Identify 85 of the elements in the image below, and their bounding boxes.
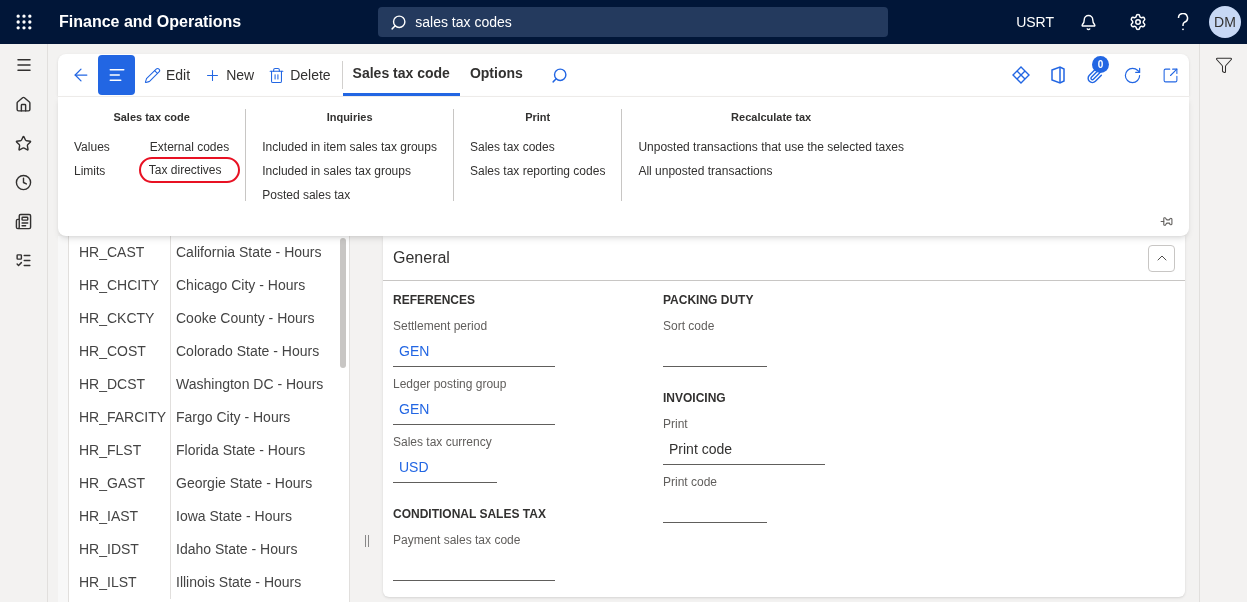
group-heading: CONDITIONAL SALES TAX xyxy=(393,506,547,523)
flyout-link[interactable]: Posted sales tax xyxy=(262,185,437,204)
input-field[interactable]: GEN xyxy=(393,395,555,425)
flyout-link[interactable]: Sales tax reporting codes xyxy=(469,161,606,180)
search-icon[interactable] xyxy=(550,66,568,84)
section-title: General xyxy=(393,248,450,268)
action-tab[interactable]: Options xyxy=(459,54,533,96)
code-cell[interactable]: HR_CHCITY xyxy=(69,269,171,302)
field-label: Ledger posting group xyxy=(393,376,508,393)
open-in-new-icon[interactable] xyxy=(1162,66,1179,84)
description-cell[interactable]: Colorado State - Hours xyxy=(171,341,320,362)
office-icon[interactable] xyxy=(1050,66,1066,84)
diamond-icon[interactable] xyxy=(1012,66,1030,84)
toolbar-button[interactable]: Edit xyxy=(139,64,196,86)
code-cell[interactable]: HR_CKCTY xyxy=(69,302,171,335)
group-heading: Inquiries xyxy=(325,110,374,125)
help-icon[interactable] xyxy=(1177,13,1189,31)
flyout-link[interactable]: Included in sales tax groups xyxy=(262,161,437,180)
code-cell[interactable]: HR_IAST xyxy=(69,500,171,533)
workspace-icon[interactable] xyxy=(15,213,32,230)
code-cell[interactable]: HR_FLST xyxy=(69,434,171,467)
code-cell[interactable]: HR_CAST xyxy=(69,236,171,269)
code-cell[interactable]: HR_ILST xyxy=(69,566,171,599)
field-label: Sort code xyxy=(663,318,716,335)
description-cell[interactable]: Illinois State - Hours xyxy=(171,572,302,593)
description-cell[interactable]: Cooke County - Hours xyxy=(171,308,315,329)
description-cell[interactable]: Idaho State - Hours xyxy=(171,539,298,560)
avatar[interactable]: DM xyxy=(1209,6,1241,38)
input-field[interactable]: USD xyxy=(393,453,497,483)
flyout-link[interactable]: Unposted transactions that use the selected taxes xyxy=(638,137,904,156)
flyout-link[interactable]: All unposted transactions xyxy=(638,161,904,180)
flyout-link[interactable]: Sales tax codes xyxy=(469,137,606,156)
action-pane-toggle[interactable] xyxy=(98,55,135,95)
toolbar-button[interactable]: New xyxy=(199,64,260,86)
refresh-icon[interactable] xyxy=(1123,65,1142,85)
flyout-link[interactable]: Limits xyxy=(74,161,110,180)
flyout-link[interactable]: Included in item sales tax groups xyxy=(262,137,437,156)
input-field[interactable]: Print code xyxy=(663,435,825,465)
group-heading: Print xyxy=(524,110,552,125)
group-heading: REFERENCES xyxy=(393,292,476,309)
description-cell[interactable]: Florida State - Hours xyxy=(171,440,306,461)
code-cell[interactable]: HR_IDST xyxy=(69,533,171,566)
app-title: Finance and Operations xyxy=(59,12,242,32)
input-field[interactable]: GEN xyxy=(393,337,555,367)
count-badge: 0 xyxy=(1092,55,1109,73)
lines-icon xyxy=(107,66,126,84)
search-field[interactable]: sales tax codes xyxy=(378,7,889,37)
code-cell[interactable]: HR_COST xyxy=(69,335,171,368)
splitter-handle[interactable] xyxy=(364,535,369,547)
home-icon[interactable] xyxy=(15,96,32,113)
filter-icon[interactable] xyxy=(1214,56,1233,74)
field-label: Sales tax currency xyxy=(393,434,493,451)
field-label: Payment sales tax code xyxy=(393,532,522,549)
description-cell[interactable]: Chicago City - Hours xyxy=(171,275,306,296)
delete-icon xyxy=(268,66,286,84)
description-cell[interactable]: California State - Hours xyxy=(171,242,322,263)
clock-icon[interactable] xyxy=(15,174,32,191)
description-cell[interactable]: Washington DC - Hours xyxy=(171,374,324,395)
toolbar-button[interactable]: Delete xyxy=(263,64,336,86)
notifications-icon[interactable] xyxy=(1080,13,1097,31)
description-cell[interactable]: Fargo City - Hours xyxy=(171,407,291,428)
description-cell[interactable]: Iowa State - Hours xyxy=(171,506,292,527)
list-icon[interactable] xyxy=(15,252,32,269)
flyout-link[interactable]: Tax directives xyxy=(140,158,239,181)
flyout-link[interactable]: External codes xyxy=(149,137,230,156)
scrollbar-thumb[interactable] xyxy=(340,238,346,368)
pin-icon[interactable] xyxy=(1160,215,1173,228)
field-label: Print code xyxy=(663,474,719,491)
code-cell[interactable]: HR_GAST xyxy=(69,467,171,500)
group-heading: INVOICING xyxy=(663,390,727,407)
search-icon xyxy=(390,13,408,31)
field-label: Print xyxy=(663,416,689,433)
company-label[interactable]: USRT xyxy=(1016,11,1054,33)
flyout-link[interactable]: Values xyxy=(74,137,110,156)
code-cell[interactable]: HR_DCST xyxy=(69,368,171,401)
description-cell[interactable]: Georgie State - Hours xyxy=(171,473,313,494)
code-cell[interactable]: HR_FARCITY xyxy=(69,401,171,434)
group-heading: Sales tax code xyxy=(112,110,191,125)
star-icon[interactable] xyxy=(15,135,32,152)
group-heading: PACKING DUTY xyxy=(663,292,755,309)
edit-icon xyxy=(144,66,161,84)
menu-icon[interactable] xyxy=(14,56,33,74)
group-heading: Recalculate tax xyxy=(730,110,813,125)
field-label: Settlement period xyxy=(393,318,489,335)
settings-icon[interactable] xyxy=(1129,13,1147,31)
